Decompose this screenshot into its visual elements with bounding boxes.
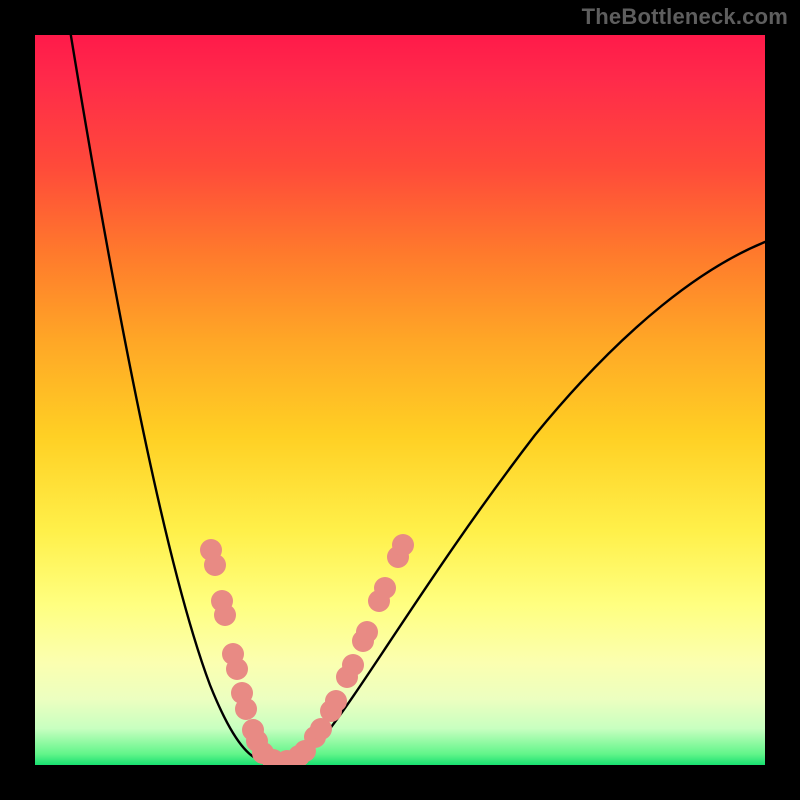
marker-dot — [214, 604, 236, 626]
marker-dot — [374, 577, 396, 599]
bottleneck-curve — [70, 35, 765, 763]
curve-layer — [35, 35, 765, 765]
marker-dot — [325, 690, 347, 712]
chart-frame: TheBottleneck.com — [0, 0, 800, 800]
watermark-text: TheBottleneck.com — [582, 4, 788, 30]
marker-dot — [392, 534, 414, 556]
marker-dot — [356, 621, 378, 643]
marker-dot — [226, 658, 248, 680]
curve-left — [70, 35, 278, 763]
marker-dot — [235, 698, 257, 720]
marker-dot — [204, 554, 226, 576]
marker-dot — [342, 654, 364, 676]
plot-area — [35, 35, 765, 765]
